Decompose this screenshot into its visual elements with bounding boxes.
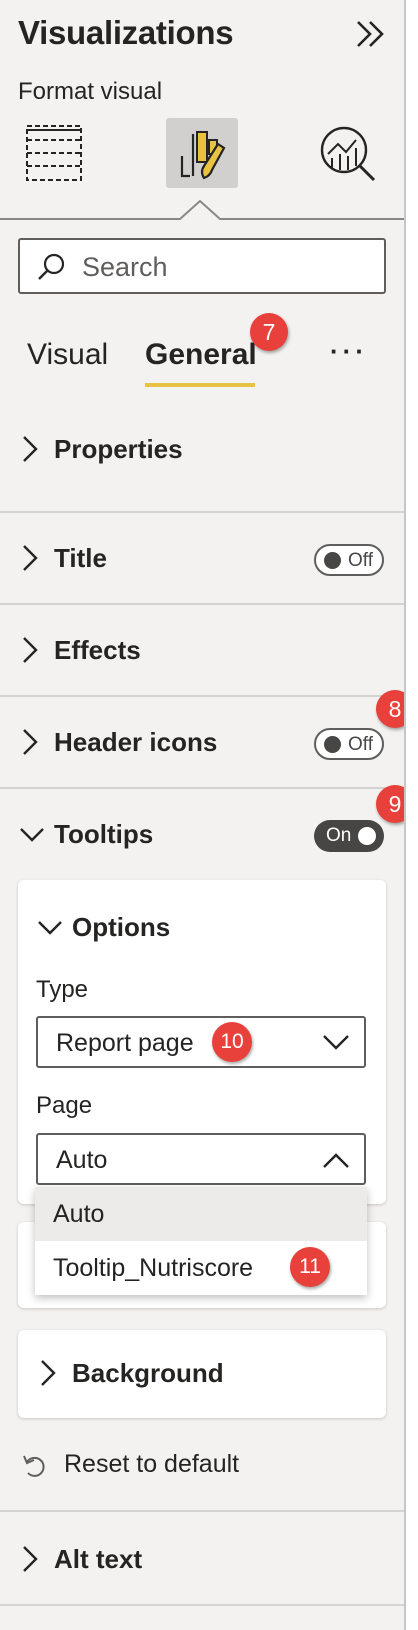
chevron-right-icon	[23, 729, 38, 755]
options-card-title[interactable]: Options	[72, 912, 170, 943]
pane-subtitle: Format visual	[18, 78, 163, 105]
visualizations-pane: Visualizations Format visual Search Visu…	[0, 0, 414, 1630]
header-icons-toggle[interactable]: Off	[314, 728, 384, 760]
toggle-knob	[324, 552, 341, 569]
undo-icon	[23, 1455, 45, 1477]
build-visual-button[interactable]	[20, 118, 92, 188]
selected-tab-notch-icon	[180, 200, 220, 220]
section-effects[interactable]: Effects	[0, 605, 404, 695]
chevron-down-icon	[323, 1035, 349, 1050]
toggle-knob	[358, 827, 376, 845]
annotation-badge-10: 10	[212, 1022, 252, 1062]
format-visual-button[interactable]	[166, 118, 238, 188]
background-card[interactable]: Background	[18, 1330, 386, 1418]
page-option-label: Auto	[53, 1200, 105, 1228]
page-option-auto[interactable]: Auto	[35, 1187, 367, 1241]
chevron-up-icon	[323, 1153, 349, 1168]
collapse-pane-button[interactable]	[352, 16, 392, 52]
chevron-down-icon	[20, 828, 44, 842]
double-chevron-right-icon	[357, 21, 384, 47]
more-options-button[interactable]: ···	[330, 336, 368, 367]
type-label: Type	[36, 976, 89, 1003]
background-card-title: Background	[72, 1358, 224, 1388]
tooltips-toggle-label: On	[326, 825, 352, 846]
search-icon	[38, 253, 65, 280]
pane-title: Visualizations	[18, 14, 234, 51]
analytics-button[interactable]	[316, 118, 388, 188]
section-title-label: Title	[54, 543, 107, 573]
type-select[interactable]: Report page	[36, 1016, 366, 1068]
section-header-icons-label: Header icons	[54, 727, 218, 757]
chevron-right-icon	[41, 1360, 56, 1386]
chevron-right-icon	[23, 436, 38, 462]
analytics-icon	[320, 126, 376, 182]
page-select-value: Auto	[56, 1146, 108, 1174]
section-tooltips-label: Tooltips	[54, 819, 154, 849]
tooltips-toggle[interactable]: On	[314, 820, 384, 852]
chevron-right-icon	[23, 545, 38, 571]
section-properties[interactable]: Properties	[0, 404, 404, 494]
annotation-badge-7: 7	[250, 313, 288, 351]
type-select-value: Report page	[56, 1029, 194, 1057]
tab-general[interactable]: General	[145, 338, 257, 372]
section-alt-text[interactable]: Alt text	[0, 1512, 404, 1602]
tab-visual[interactable]: Visual	[27, 338, 108, 372]
format-visual-icon	[180, 131, 226, 180]
reset-to-default-label: Reset to default	[64, 1450, 240, 1478]
title-toggle-label: Off	[348, 550, 373, 571]
chevron-down-icon[interactable]	[36, 918, 64, 938]
section-alt-text-label: Alt text	[54, 1544, 143, 1574]
annotation-badge-11: 11	[290, 1247, 330, 1287]
toggle-knob	[324, 736, 341, 753]
tab-general-underline	[145, 383, 255, 387]
pane-resize-strip[interactable]	[406, 0, 418, 1630]
section-properties-label: Properties	[54, 434, 183, 464]
build-visual-icon	[26, 125, 82, 181]
page-option-label: Tooltip_Nutriscore	[53, 1254, 254, 1282]
page-select[interactable]: Auto	[36, 1133, 366, 1185]
page-label: Page	[36, 1092, 93, 1119]
section-effects-label: Effects	[54, 635, 141, 665]
title-toggle[interactable]: Off	[314, 544, 384, 576]
search-placeholder: Search	[82, 252, 168, 282]
divider	[0, 1604, 404, 1606]
chevron-right-icon	[23, 1546, 38, 1572]
header-icons-toggle-label: Off	[348, 734, 373, 755]
chevron-right-icon	[23, 637, 38, 663]
search-input[interactable]: Search	[18, 238, 386, 294]
